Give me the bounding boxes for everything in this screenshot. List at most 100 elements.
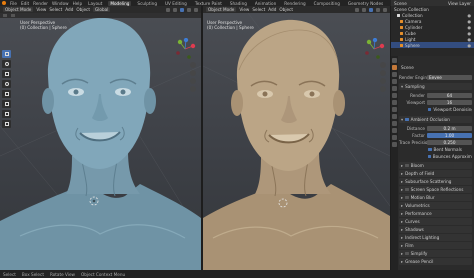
viewport-right[interactable]: Object Mode View Select Add Object User … xyxy=(203,6,390,270)
pan-icon[interactable] xyxy=(190,70,196,76)
simplify-panel-header[interactable]: ▸ Simplify xyxy=(399,250,472,257)
zoom-icon-right[interactable] xyxy=(380,62,386,68)
render-samples-field[interactable]: 64 xyxy=(427,93,472,98)
overlay-icon[interactable] xyxy=(166,7,170,12)
menu-add-right[interactable]: Add xyxy=(268,7,276,12)
bounce-approx-row[interactable]: Bounces Approximation xyxy=(399,153,472,160)
menu-edit[interactable]: Edit xyxy=(21,1,29,6)
ao-enable-checkbox[interactable] xyxy=(405,117,409,122)
camera-view-icon[interactable] xyxy=(190,78,196,84)
ao-factor-field[interactable]: 1.00 xyxy=(427,133,472,138)
film-panel-header[interactable]: ▸ Film xyxy=(399,242,472,249)
menu-select[interactable]: Select xyxy=(49,7,62,12)
object-tab-icon[interactable] xyxy=(392,100,397,105)
view-layer-tab-icon[interactable] xyxy=(392,79,397,84)
measure-tool-button[interactable] xyxy=(2,120,11,128)
sss-panel-header[interactable]: ▸ Subsurface Scattering xyxy=(399,178,472,185)
data-tab-icon[interactable] xyxy=(392,135,397,140)
bloom-panel-header[interactable]: ▸ Bloom xyxy=(399,162,472,169)
visibility-eye-icon[interactable]: ● xyxy=(467,19,471,24)
solid-shading-icon-right[interactable] xyxy=(369,7,373,12)
menu-object-right[interactable]: Object xyxy=(279,7,293,12)
world-tab-icon[interactable] xyxy=(392,93,397,98)
solid-shading-icon[interactable] xyxy=(180,7,184,12)
blender-logo-icon[interactable] xyxy=(2,1,6,5)
scene-selector[interactable]: Scene xyxy=(394,1,407,6)
tab-texture-paint[interactable]: Texture Paint xyxy=(193,1,224,6)
viewport-denoise-row[interactable]: Viewport Denoising xyxy=(399,106,472,113)
tab-animation[interactable]: Animation xyxy=(253,1,278,6)
camera-view-icon-right[interactable] xyxy=(380,78,386,84)
viewport-denoise-checkbox[interactable] xyxy=(428,107,432,112)
menu-view-right[interactable]: View xyxy=(239,7,249,12)
orientation-select[interactable]: Global xyxy=(93,7,111,12)
grease-pencil-panel-header[interactable]: ▸ Grease Pencil xyxy=(399,258,472,265)
ortho-toggle-icon[interactable] xyxy=(190,86,196,92)
particles-tab-icon[interactable] xyxy=(392,114,397,119)
curves-panel-header[interactable]: ▸ Curves xyxy=(399,218,472,225)
tool-tab-icon[interactable] xyxy=(392,58,397,63)
scale-tool-button[interactable] xyxy=(2,90,11,98)
snap-icon[interactable] xyxy=(3,14,7,17)
tab-rendering[interactable]: Rendering xyxy=(282,1,307,6)
annotate-tool-button[interactable] xyxy=(2,110,11,118)
render-engine-select[interactable]: Eevee xyxy=(427,75,472,80)
view-layer-selector[interactable]: View Layer xyxy=(448,1,471,6)
select-tool-button[interactable] xyxy=(2,50,11,58)
sampling-panel-header[interactable]: ▾ Sampling xyxy=(399,83,472,90)
navigation-gizmo-right[interactable] xyxy=(363,38,385,60)
ssr-checkbox[interactable] xyxy=(405,187,409,192)
menu-object[interactable]: Object xyxy=(76,7,90,12)
motion-blur-checkbox[interactable] xyxy=(405,195,409,200)
rendered-shading-icon-right[interactable] xyxy=(383,7,387,12)
menu-add[interactable]: Add xyxy=(65,7,73,12)
mode-select-right[interactable]: Object Mode xyxy=(206,7,237,12)
visibility-eye-icon[interactable]: ● xyxy=(467,37,471,42)
zoom-icon[interactable] xyxy=(190,62,196,68)
indirect-lighting-panel-header[interactable]: ▸ Indirect Lighting xyxy=(399,234,472,241)
menu-select-right[interactable]: Select xyxy=(252,7,265,12)
proportional-icon[interactable] xyxy=(11,14,15,17)
simplify-checkbox[interactable] xyxy=(405,251,409,256)
volumetrics-panel-header[interactable]: ▸ Volumetrics xyxy=(399,202,472,209)
dof-panel-header[interactable]: ▸ Depth of Field xyxy=(399,170,472,177)
menu-view[interactable]: View xyxy=(36,7,46,12)
overlay-icon-right[interactable] xyxy=(355,7,359,12)
material-tab-icon[interactable] xyxy=(392,142,397,147)
menu-file[interactable]: File xyxy=(10,1,17,6)
visibility-eye-icon[interactable]: ● xyxy=(467,25,471,30)
bent-normals-row[interactable]: Bent Normals xyxy=(399,146,472,153)
tab-layout[interactable]: Layout xyxy=(86,1,104,6)
output-tab-icon[interactable] xyxy=(392,72,397,77)
material-shading-icon[interactable] xyxy=(187,7,191,12)
transform-tool-button[interactable] xyxy=(2,100,11,108)
visibility-eye-icon[interactable]: ● xyxy=(467,43,471,48)
physics-tab-icon[interactable] xyxy=(392,121,397,126)
ao-distance-field[interactable]: 0.2 m xyxy=(427,126,472,131)
viewport-samples-field[interactable]: 16 xyxy=(427,100,472,105)
ssr-panel-header[interactable]: ▸ Screen Space Reflections xyxy=(399,186,472,193)
cursor-tool-button[interactable] xyxy=(2,60,11,68)
render-tab-icon[interactable] xyxy=(392,65,397,70)
tab-compositing[interactable]: Compositing xyxy=(312,1,342,6)
scene-tab-icon[interactable] xyxy=(392,86,397,91)
navigation-gizmo[interactable] xyxy=(174,38,196,60)
ao-trace-field[interactable]: 0.250 xyxy=(427,140,472,145)
viewport-left[interactable]: Object Mode View Select Add Object Globa… xyxy=(0,6,201,270)
ortho-toggle-icon-right[interactable] xyxy=(380,86,386,92)
material-shading-icon-right[interactable] xyxy=(376,7,380,12)
xray-icon[interactable] xyxy=(173,7,177,12)
performance-panel-header[interactable]: ▸ Performance xyxy=(399,210,472,217)
tab-uv-editing[interactable]: UV Editing xyxy=(163,1,189,6)
constraints-tab-icon[interactable] xyxy=(392,128,397,133)
xray-icon-right[interactable] xyxy=(362,7,366,12)
menu-render[interactable]: Render xyxy=(33,1,48,6)
bent-normals-checkbox[interactable] xyxy=(428,147,432,152)
mode-select[interactable]: Object Mode xyxy=(3,7,34,12)
tab-sculpting[interactable]: Sculpting xyxy=(135,1,159,6)
tab-modeling[interactable]: Modeling xyxy=(108,0,132,6)
menu-help[interactable]: Help xyxy=(73,1,83,6)
outliner-item-sphere[interactable]: Sphere ● xyxy=(391,42,474,48)
visibility-eye-icon[interactable]: ● xyxy=(467,31,471,36)
menu-window[interactable]: Window xyxy=(52,1,69,6)
